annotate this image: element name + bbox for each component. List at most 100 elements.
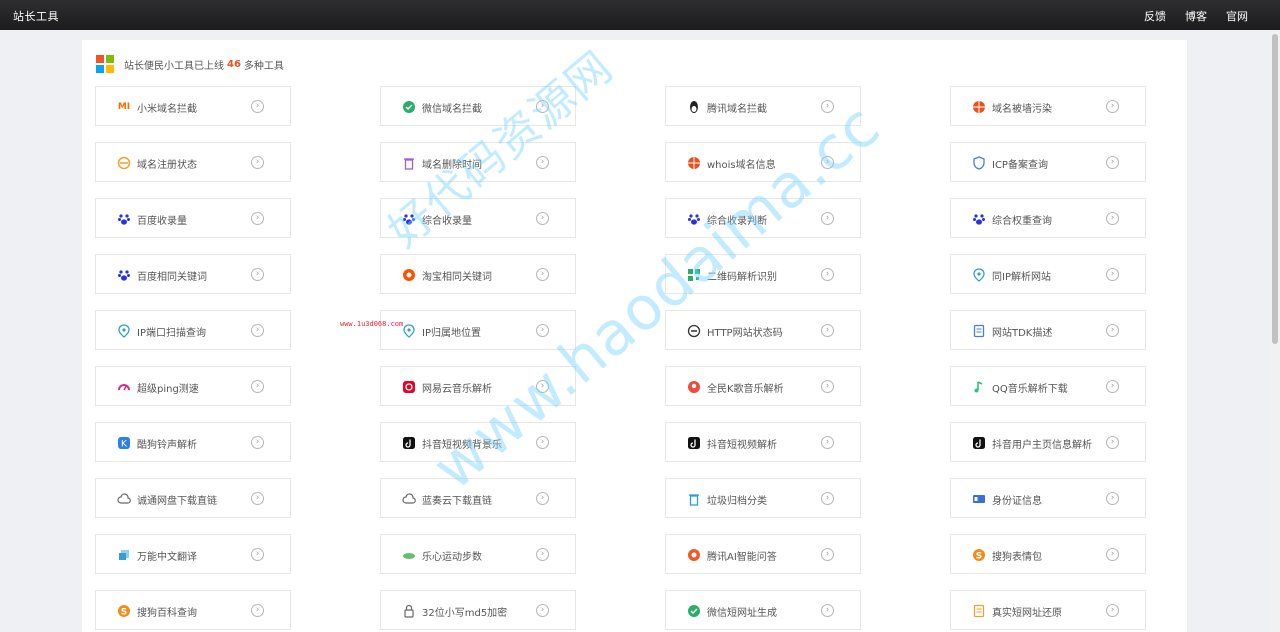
tool-name: 域名被墙污染 bbox=[992, 104, 1052, 115]
nav-official-link[interactable]: 官网 bbox=[1226, 8, 1248, 24]
chevron-right-icon[interactable]: › bbox=[1106, 212, 1119, 225]
chevron-right-icon[interactable]: › bbox=[251, 100, 264, 113]
tool-card[interactable]: 综合收录判断 › bbox=[665, 198, 861, 238]
chevron-right-icon[interactable]: › bbox=[821, 436, 834, 449]
tool-card[interactable]: 二维码解析识别 › bbox=[665, 254, 861, 294]
chevron-right-icon[interactable]: › bbox=[536, 548, 549, 561]
tool-card[interactable]: 百度相同关键词 › bbox=[95, 254, 291, 294]
chevron-right-icon[interactable]: › bbox=[536, 380, 549, 393]
tool-card[interactable]: 腾讯域名拦截 › bbox=[665, 86, 861, 126]
chevron-right-icon[interactable]: › bbox=[821, 100, 834, 113]
chevron-right-icon[interactable]: › bbox=[536, 268, 549, 281]
chevron-right-icon[interactable]: › bbox=[251, 156, 264, 169]
tool-card[interactable]: 微信域名拦截 › bbox=[380, 86, 576, 126]
tool-card[interactable]: 淘宝相同关键词 › bbox=[380, 254, 576, 294]
tool-name: 诚通网盘下载直链 bbox=[137, 496, 217, 507]
chevron-right-icon[interactable]: › bbox=[821, 324, 834, 337]
tool-card[interactable]: 微信短网址生成 › bbox=[665, 590, 861, 630]
chevron-right-icon[interactable]: › bbox=[1106, 604, 1119, 617]
chevron-right-icon[interactable]: › bbox=[1106, 100, 1119, 113]
chevron-right-icon[interactable]: › bbox=[1106, 548, 1119, 561]
tool-card[interactable]: QQ音乐解析下载 › bbox=[950, 366, 1146, 406]
tool-card[interactable]: HTTP网站状态码 › bbox=[665, 310, 861, 350]
chevron-right-icon[interactable]: › bbox=[536, 436, 549, 449]
tool-card[interactable]: ICP备案查询 › bbox=[950, 142, 1146, 182]
chevron-right-icon[interactable]: › bbox=[1106, 492, 1119, 505]
chevron-right-icon[interactable]: › bbox=[821, 212, 834, 225]
chevron-right-icon[interactable]: › bbox=[536, 212, 549, 225]
tool-card[interactable]: K 酷狗铃声解析 › bbox=[95, 422, 291, 462]
chevron-right-icon[interactable]: › bbox=[536, 604, 549, 617]
tool-card[interactable]: IP端口扫描查询 › bbox=[95, 310, 291, 350]
tool-card[interactable]: 域名被墙污染 › bbox=[950, 86, 1146, 126]
tool-card[interactable]: 同IP解析网站 › bbox=[950, 254, 1146, 294]
tool-name: 身份证信息 bbox=[992, 496, 1042, 507]
tool-card[interactable]: 蓝奏云下载直链 › bbox=[380, 478, 576, 518]
bin-icon bbox=[687, 492, 701, 506]
nav-blog-link[interactable]: 博客 bbox=[1185, 8, 1207, 24]
chevron-right-icon[interactable]: › bbox=[251, 212, 264, 225]
tool-card[interactable]: S 搜狗表情包 › bbox=[950, 534, 1146, 574]
chevron-right-icon[interactable]: › bbox=[821, 548, 834, 561]
tool-card[interactable]: 诚通网盘下载直链 › bbox=[95, 478, 291, 518]
chevron-right-icon[interactable]: › bbox=[1106, 324, 1119, 337]
tool-card[interactable]: IP归属地位置 › bbox=[380, 310, 576, 350]
tool-card[interactable]: whois域名信息 › bbox=[665, 142, 861, 182]
tool-card[interactable]: S 搜狗百科查询 › bbox=[95, 590, 291, 630]
chevron-right-icon[interactable]: › bbox=[251, 268, 264, 281]
tool-card[interactable]: 综合收录量 › bbox=[380, 198, 576, 238]
chevron-right-icon[interactable]: › bbox=[251, 324, 264, 337]
tool-card[interactable]: 抖音短视频背景乐 › bbox=[380, 422, 576, 462]
top-navbar: 站长工具 反馈 博客 官网 bbox=[0, 0, 1280, 30]
chevron-right-icon[interactable]: › bbox=[251, 492, 264, 505]
baidu-paw-icon bbox=[117, 212, 131, 226]
tool-name: 抖音短视频解析 bbox=[707, 440, 777, 451]
chevron-right-icon[interactable]: › bbox=[536, 156, 549, 169]
chevron-right-icon[interactable]: › bbox=[1106, 436, 1119, 449]
tool-card[interactable]: MI 小米域名拦截 › bbox=[95, 86, 291, 126]
tool-name: 二维码解析识别 bbox=[707, 272, 777, 283]
chevron-right-icon[interactable]: › bbox=[821, 604, 834, 617]
tool-card[interactable]: 域名注册状态 › bbox=[95, 142, 291, 182]
qrcode-icon bbox=[687, 268, 701, 282]
tool-card[interactable]: 全民K歌音乐解析 › bbox=[665, 366, 861, 406]
chevron-right-icon[interactable]: › bbox=[821, 380, 834, 393]
tool-name: 域名注册状态 bbox=[137, 160, 197, 171]
tool-card[interactable]: 域名删除时间 › bbox=[380, 142, 576, 182]
baidu-paw-icon bbox=[117, 268, 131, 282]
chevron-right-icon[interactable]: › bbox=[1106, 268, 1119, 281]
tool-name: 乐心运动步数 bbox=[422, 552, 482, 563]
tool-card[interactable]: 腾讯AI智能问答 › bbox=[665, 534, 861, 574]
site-brand[interactable]: 站长工具 bbox=[13, 8, 59, 24]
tool-card[interactable]: 网站TDK描述 › bbox=[950, 310, 1146, 350]
chevron-right-icon[interactable]: › bbox=[536, 100, 549, 113]
chevron-right-icon[interactable]: › bbox=[251, 604, 264, 617]
tool-card[interactable]: 抖音短视频解析 › bbox=[665, 422, 861, 462]
nav-feedback-link[interactable]: 反馈 bbox=[1144, 8, 1166, 24]
chevron-right-icon[interactable]: › bbox=[821, 156, 834, 169]
tool-card[interactable]: 垃圾归档分类 › bbox=[665, 478, 861, 518]
chevron-right-icon[interactable]: › bbox=[821, 492, 834, 505]
tool-card[interactable]: 综合权重查询 › bbox=[950, 198, 1146, 238]
tool-card[interactable]: 超级ping测速 › bbox=[95, 366, 291, 406]
chevron-right-icon[interactable]: › bbox=[251, 436, 264, 449]
tool-card[interactable]: 身份证信息 › bbox=[950, 478, 1146, 518]
tool-card[interactable]: 网易云音乐解析 › bbox=[380, 366, 576, 406]
tool-card[interactable]: 百度收录量 › bbox=[95, 198, 291, 238]
chevron-right-icon[interactable]: › bbox=[251, 380, 264, 393]
chevron-right-icon[interactable]: › bbox=[536, 324, 549, 337]
tool-card[interactable]: 万能中文翻译 › bbox=[95, 534, 291, 574]
tool-card[interactable]: 乐心运动步数 › bbox=[380, 534, 576, 574]
chevron-right-icon[interactable]: › bbox=[1106, 156, 1119, 169]
chevron-right-icon[interactable]: › bbox=[1106, 380, 1119, 393]
scrollbar[interactable] bbox=[1270, 30, 1280, 632]
chevron-right-icon[interactable]: › bbox=[821, 268, 834, 281]
scrollbar-thumb[interactable] bbox=[1272, 34, 1278, 344]
tool-card[interactable]: 真实短网址还原 › bbox=[950, 590, 1146, 630]
svg-text:S: S bbox=[976, 552, 982, 562]
chevron-right-icon[interactable]: › bbox=[536, 492, 549, 505]
tool-card[interactable]: 32位小写md5加密 › bbox=[380, 590, 576, 630]
location-icon bbox=[117, 324, 131, 338]
chevron-right-icon[interactable]: › bbox=[251, 548, 264, 561]
tool-card[interactable]: 抖音用户主页信息解析 › bbox=[950, 422, 1146, 462]
